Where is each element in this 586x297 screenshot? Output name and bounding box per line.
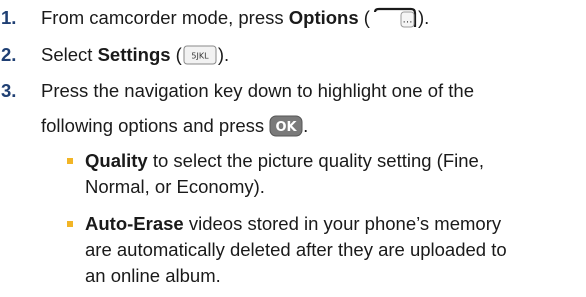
ok-key-icon: OK <box>269 115 303 137</box>
paren-close: ). <box>417 7 430 28</box>
instruction-document: 1. From camcorder mode, press Options ( … <box>0 0 586 297</box>
paren-open: ( <box>170 44 182 65</box>
option-name: Auto-Erase <box>85 213 184 234</box>
ok-key-label: OK <box>276 120 298 135</box>
option-auto-erase-line-3: an online album. <box>85 263 221 289</box>
bullet-icon <box>67 221 73 227</box>
paren-close: ). <box>217 44 230 65</box>
step-number: 3. <box>1 80 17 101</box>
option-description: are automatically deleted after they are… <box>85 239 507 260</box>
step-text: From camcorder mode, press Options ( … )… <box>41 5 429 31</box>
option-quality-line-2: Normal, or Economy). <box>85 174 265 200</box>
step-text-lead: Select <box>41 44 98 65</box>
keypad-5-label: 5JKL <box>191 52 209 61</box>
step-number: 2. <box>1 44 17 65</box>
option-name: Quality <box>85 150 148 171</box>
keypad-5-icon: 5JKL <box>183 45 217 65</box>
paren-open: ( <box>358 7 370 28</box>
bullet-icon <box>67 158 73 164</box>
option-auto-erase: Auto-Erase videos stored in your phone’s… <box>67 211 502 237</box>
option-description: an online album. <box>85 265 221 286</box>
option-auto-erase-line-2: are automatically deleted after they are… <box>85 237 507 263</box>
step-text-lead: From camcorder mode, press <box>41 7 289 28</box>
step-text: Select Settings ( 5JKL ). <box>41 42 229 68</box>
options-softkey-icon: … <box>371 7 417 29</box>
step-number: 1. <box>1 7 17 28</box>
option-description: to select the picture quality setting (F… <box>147 150 484 171</box>
options-key-glyph: … <box>402 15 412 26</box>
step-text-line-2: following options and press OK . <box>41 113 308 139</box>
option-description: videos stored in your phone’s memory <box>183 213 502 234</box>
step-text-line-1: Press the navigation key down to highlig… <box>41 80 474 101</box>
option-quality: Quality to select the picture quality se… <box>67 148 484 174</box>
option-description: Normal, or Economy). <box>85 176 265 197</box>
step-text-lead: following options and press <box>41 115 265 136</box>
settings-label: Settings <box>97 44 171 65</box>
step-text-end: . <box>303 115 309 136</box>
options-label: Options <box>288 7 359 28</box>
